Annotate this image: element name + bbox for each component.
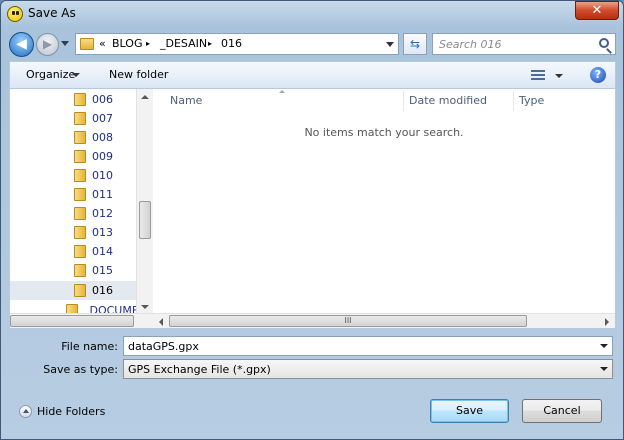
organize-menu[interactable]: Organize bbox=[26, 68, 75, 81]
help-icon[interactable]: ? bbox=[590, 67, 606, 83]
tree-item-008[interactable]: 008 bbox=[10, 128, 136, 147]
column-header-date-modified[interactable]: Date modified bbox=[409, 94, 487, 107]
tree-item-label: 012 bbox=[92, 207, 113, 220]
scroll-left-icon[interactable] bbox=[159, 318, 163, 326]
view-options-dropdown[interactable] bbox=[555, 74, 563, 78]
back-arrow-icon[interactable]: ◀ bbox=[9, 32, 34, 57]
breadcrumb-blog[interactable]: BLOG bbox=[112, 37, 142, 50]
tree-item-label: 008 bbox=[92, 131, 113, 144]
tree-item-006[interactable]: 006 bbox=[10, 90, 136, 109]
cancel-button[interactable]: Cancel bbox=[522, 399, 602, 423]
tree-item-010[interactable]: 010 bbox=[10, 166, 136, 185]
tree-item-label: 014 bbox=[92, 245, 113, 258]
column-headers: Name Date modified Type bbox=[153, 89, 615, 113]
column-divider[interactable] bbox=[403, 91, 404, 111]
empty-list-message: No items match your search. bbox=[304, 126, 464, 139]
tree-item-label: 009 bbox=[92, 150, 113, 163]
tree-horizontal-scrollbar[interactable] bbox=[10, 313, 153, 328]
save-as-type-label: Save as type: bbox=[43, 363, 118, 376]
folder-icon bbox=[74, 245, 86, 258]
folder-icon bbox=[74, 169, 86, 182]
save-as-type-select[interactable]: GPS Exchange File (*.gpx) bbox=[123, 359, 613, 379]
column-divider[interactable] bbox=[513, 91, 514, 111]
address-dropdown-icon[interactable] bbox=[386, 42, 394, 47]
tree-item-label: 015 bbox=[92, 264, 113, 277]
tree-item-013[interactable]: 013 bbox=[10, 223, 136, 242]
column-header-name[interactable]: Name bbox=[170, 94, 202, 107]
tree-item-016[interactable]: 016 bbox=[10, 281, 136, 300]
change-view-icon[interactable] bbox=[531, 70, 545, 81]
tree-item-011[interactable]: 011 bbox=[10, 185, 136, 204]
recent-pages-dropdown[interactable] bbox=[61, 41, 69, 46]
search-box[interactable]: Search 016 bbox=[432, 33, 616, 55]
folder-icon bbox=[74, 131, 86, 144]
tree-item-007[interactable]: 007 bbox=[10, 109, 136, 128]
folder-icon bbox=[74, 188, 86, 201]
new-folder-button[interactable]: New folder bbox=[109, 68, 168, 81]
file-name-label: File name: bbox=[61, 340, 118, 353]
sort-indicator-icon bbox=[279, 90, 285, 93]
file-name-field[interactable]: dataGPS.gpx bbox=[123, 336, 613, 356]
tree-item-label: 006 bbox=[92, 93, 113, 106]
close-button[interactable]: ✕ bbox=[575, 1, 619, 20]
scroll-up-icon[interactable] bbox=[141, 95, 149, 99]
save-button[interactable]: Save bbox=[430, 399, 509, 423]
scroll-thumb[interactable] bbox=[10, 315, 134, 327]
address-bar[interactable]: « BLOG ▸ _DESAIN ▸ 016 bbox=[75, 33, 399, 55]
search-input[interactable]: Search 016 bbox=[439, 38, 502, 51]
tree-vertical-scrollbar[interactable] bbox=[136, 89, 153, 315]
scroll-right-icon[interactable] bbox=[605, 318, 609, 326]
file-list-horizontal-scrollbar[interactable]: III bbox=[153, 313, 615, 328]
folder-icon bbox=[74, 112, 86, 125]
tree-item-label: 013 bbox=[92, 226, 113, 239]
refresh-button[interactable]: ⇆ bbox=[403, 33, 427, 55]
tree-item-label: 010 bbox=[92, 169, 113, 182]
folder-icon bbox=[74, 284, 86, 297]
tree-item-label: 007 bbox=[92, 112, 113, 125]
command-toolbar: Organize New folder ? bbox=[9, 61, 616, 88]
chevron-down-icon[interactable] bbox=[600, 367, 608, 371]
chevron-down-icon[interactable] bbox=[72, 73, 80, 77]
title-bar: Save As ✕ bbox=[1, 1, 623, 27]
tree-item-015[interactable]: 015 bbox=[10, 261, 136, 280]
breadcrumb-desain[interactable]: _DESAIN bbox=[160, 37, 207, 50]
tree-item-009[interactable]: 009 bbox=[10, 147, 136, 166]
chevron-down-icon[interactable] bbox=[600, 344, 608, 348]
app-smiley-icon bbox=[7, 6, 23, 22]
tree-item-014[interactable]: 014 bbox=[10, 242, 136, 261]
hide-folders-label[interactable]: Hide Folders bbox=[37, 405, 105, 418]
file-name-input[interactable]: dataGPS.gpx bbox=[128, 340, 199, 353]
folder-icon bbox=[74, 264, 86, 277]
search-icon[interactable] bbox=[599, 38, 609, 48]
save-as-dialog: Save As ✕ ◀ ▶ « BLOG ▸ _DESAIN ▸ 016 ⇆ S… bbox=[0, 0, 624, 440]
tree-item-012[interactable]: 012 bbox=[10, 204, 136, 223]
navigation-pane: 006 007 008 009 010 011 012 013 014 015 … bbox=[10, 89, 153, 315]
column-header-type[interactable]: Type bbox=[519, 94, 544, 107]
breadcrumb-016[interactable]: 016 bbox=[221, 37, 242, 50]
breadcrumb-separator[interactable]: ▸ bbox=[146, 39, 150, 48]
breadcrumb-separator[interactable]: ▸ bbox=[208, 39, 212, 48]
tree-item-label: 016 bbox=[92, 284, 113, 297]
folder-icon bbox=[74, 226, 86, 239]
collapse-up-icon[interactable] bbox=[19, 405, 32, 418]
breadcrumb-overflow[interactable]: « bbox=[99, 37, 106, 50]
folder-icon bbox=[74, 207, 86, 220]
scroll-thumb[interactable] bbox=[139, 201, 151, 239]
scroll-down-icon[interactable] bbox=[141, 305, 149, 309]
folder-icon bbox=[74, 150, 86, 163]
folder-icon bbox=[80, 38, 94, 50]
save-as-type-value: GPS Exchange File (*.gpx) bbox=[128, 363, 271, 376]
forward-arrow-icon[interactable]: ▶ bbox=[36, 33, 59, 56]
browser-panes: 006 007 008 009 010 011 012 013 014 015 … bbox=[9, 88, 616, 328]
tree-item-label: 011 bbox=[92, 188, 113, 201]
window-title: Save As bbox=[28, 6, 76, 20]
scroll-thumb[interactable]: III bbox=[169, 315, 527, 327]
folder-icon bbox=[74, 93, 86, 106]
